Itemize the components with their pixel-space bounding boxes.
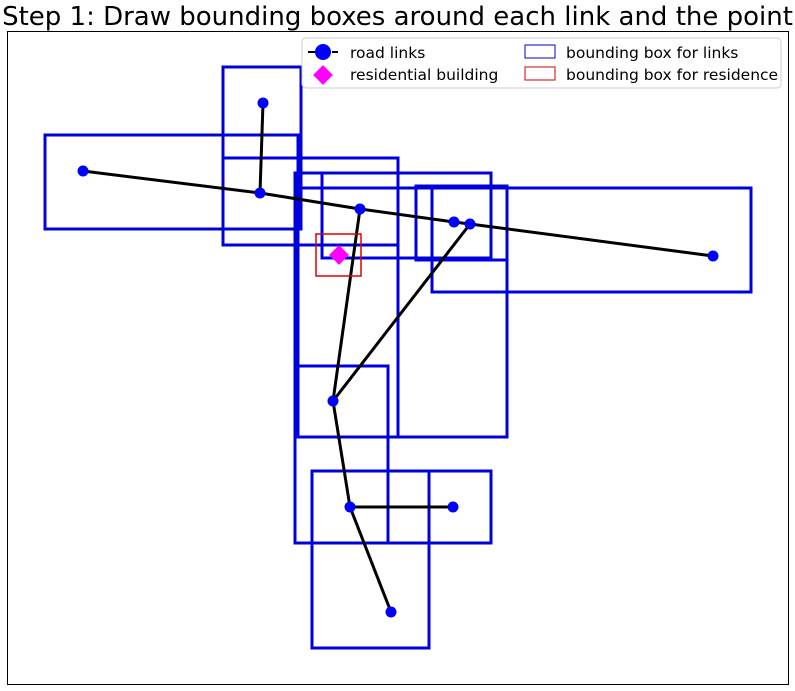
road-node — [254, 187, 266, 199]
legend-link-box-label: bounding box for links — [566, 44, 738, 62]
legend-road-node-marker — [315, 44, 331, 60]
road-node — [448, 216, 460, 228]
road-node — [344, 501, 356, 513]
legend-road-links-label: road links — [350, 44, 425, 62]
road-node — [354, 203, 366, 215]
legend-residential-building-label: residential building — [350, 66, 498, 84]
road-node — [327, 395, 339, 407]
road-node — [77, 165, 89, 177]
legend: road links residential building bounding… — [301, 37, 782, 89]
legend-residence-box-label: bounding box for residence — [566, 66, 778, 84]
road-node — [447, 501, 459, 513]
road-node — [707, 250, 719, 262]
road-node — [385, 606, 397, 618]
map-plot: road links residential building bounding… — [7, 31, 789, 685]
road-node — [257, 97, 269, 109]
road-node — [464, 218, 476, 230]
